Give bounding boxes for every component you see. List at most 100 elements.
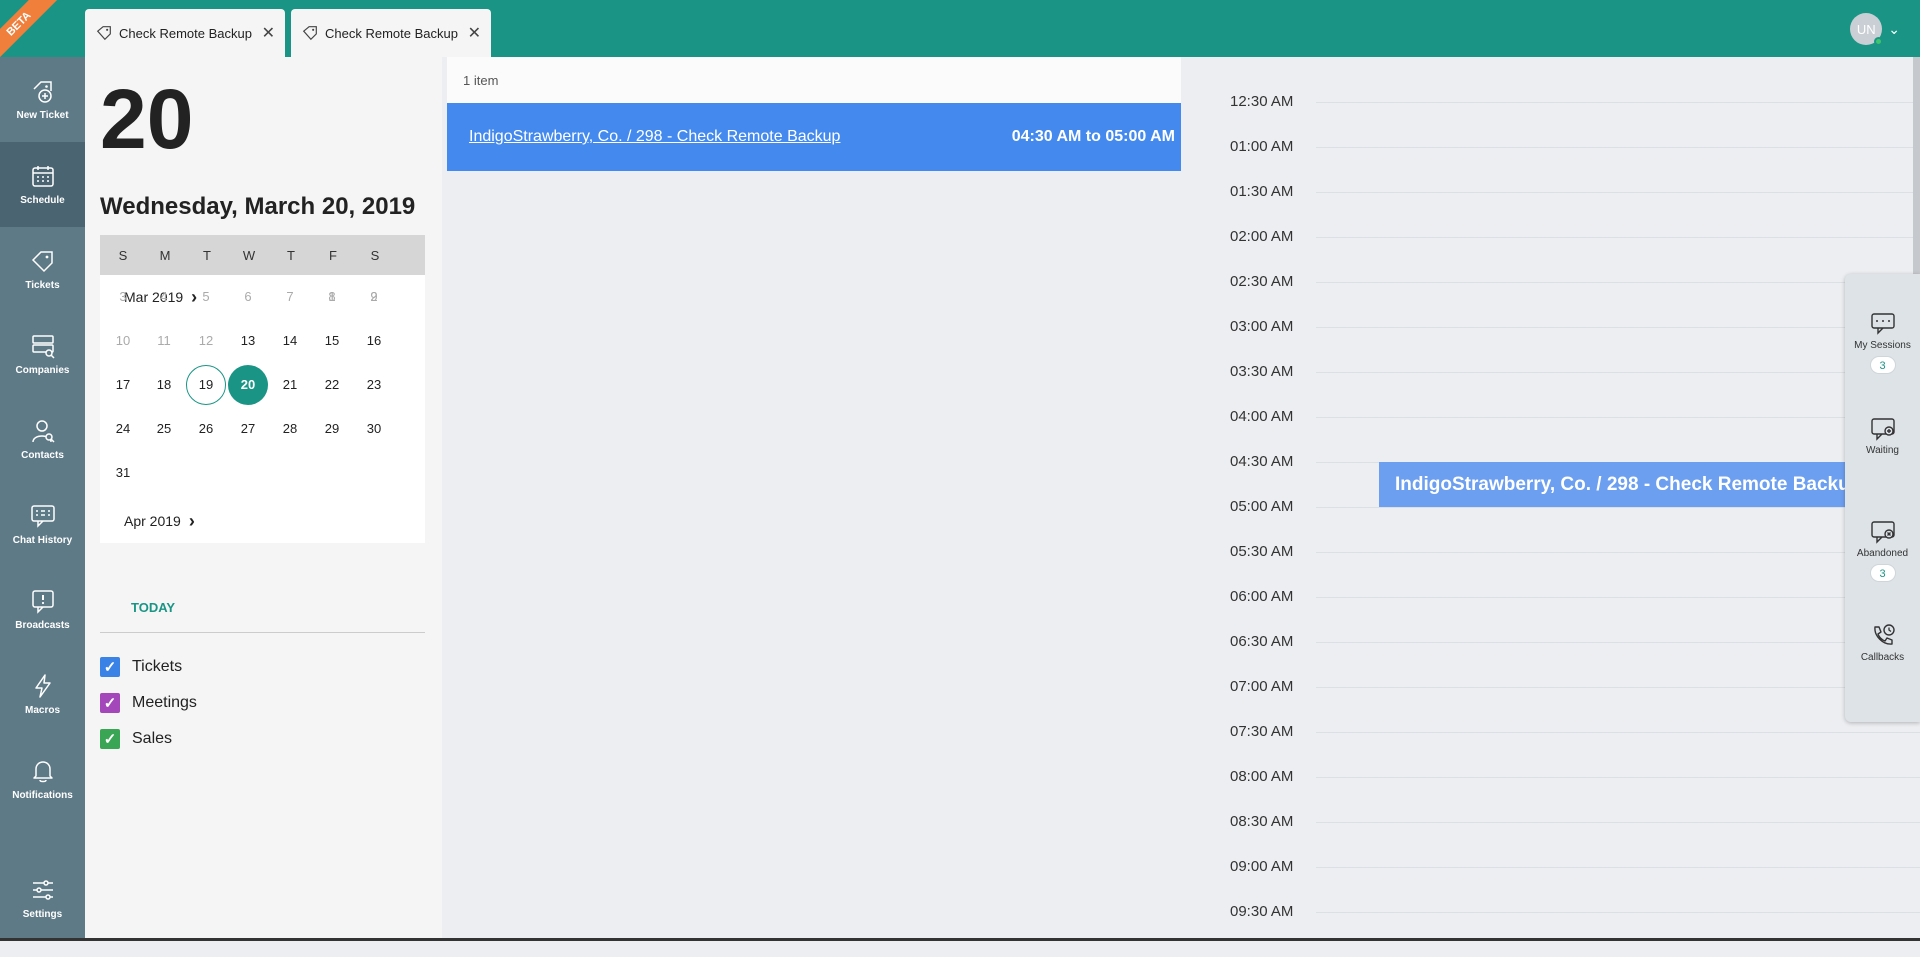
calendar-day[interactable]: 10 xyxy=(103,321,143,361)
nav-tickets[interactable]: Tickets xyxy=(0,227,85,312)
calendar-day[interactable]: 7 xyxy=(270,277,310,317)
nav-label: Tickets xyxy=(25,280,60,291)
calendar-day[interactable]: 25 xyxy=(144,409,184,449)
slot-gridline xyxy=(1316,642,1920,643)
slot-gridline xyxy=(1316,417,1920,418)
filter-label: Tickets xyxy=(132,658,183,675)
time-label: 07:30 AM xyxy=(1230,723,1294,740)
weekday-label: M xyxy=(159,247,171,263)
slot-gridline xyxy=(1316,192,1920,193)
nav-companies[interactable]: Companies xyxy=(0,312,85,397)
nav-contacts[interactable]: Contacts xyxy=(0,397,85,482)
calendar-event[interactable]: IndigoStrawberry, Co. / 298 - Check Remo… xyxy=(1379,462,1859,507)
tab-check-remote-backup-2[interactable]: Check Remote Backup ✕ xyxy=(291,9,491,57)
slot-gridline xyxy=(1316,102,1920,103)
calendar-day[interactable]: 21 xyxy=(270,365,310,405)
calendar-day[interactable]: 17 xyxy=(103,365,143,405)
phone-clock-icon xyxy=(1873,624,1895,645)
abandoned-button[interactable]: Abandoned 3 xyxy=(1845,518,1920,582)
calendar-day[interactable]: 11 xyxy=(144,321,184,361)
waiting-button[interactable]: Waiting xyxy=(1845,415,1920,456)
today-button[interactable]: TODAY xyxy=(131,600,175,615)
mini-calendar: S M T W T F S Mar 2019 › 123456789 10 11 1… xyxy=(100,235,425,543)
filter-meetings[interactable]: ✓ Meetings xyxy=(100,693,197,713)
full-date: Wednesday, March 20, 2019 xyxy=(100,193,416,220)
week-row: 24 25 26 27 28 29 30 xyxy=(100,407,425,451)
avatar-initials: UN xyxy=(1856,21,1876,37)
time-label: 06:30 AM xyxy=(1230,633,1294,650)
chevron-down-icon[interactable]: ⌄ xyxy=(1888,21,1900,38)
calendar-day[interactable]: 5 xyxy=(186,277,226,317)
calendar-day[interactable]: 8 xyxy=(312,277,352,317)
month-nav-april[interactable]: Apr 2019 › xyxy=(124,511,195,532)
time-label: 05:00 AM xyxy=(1230,498,1294,515)
close-icon[interactable]: ✕ xyxy=(262,23,275,43)
slot-gridline xyxy=(1316,237,1920,238)
checkbox[interactable]: ✓ xyxy=(100,693,120,713)
time-label: 09:00 AM xyxy=(1230,858,1294,875)
calendar-day[interactable]: 27 xyxy=(228,409,268,449)
calendar-day[interactable]: 3 xyxy=(103,277,143,317)
calendar-icon xyxy=(31,166,54,187)
my-sessions-button[interactable]: My Sessions 3 xyxy=(1845,310,1920,374)
calendar-day[interactable]: 18 xyxy=(144,365,184,405)
slot-gridline xyxy=(1316,507,1920,508)
calendar-day[interactable]: 12 xyxy=(186,321,226,361)
calendar-day[interactable]: 23 xyxy=(354,365,394,405)
panel-label: My Sessions xyxy=(1854,340,1911,351)
nav-label: Companies xyxy=(15,365,70,376)
filter-tickets[interactable]: ✓ Tickets xyxy=(100,657,182,677)
list-item[interactable]: IndigoStrawberry, Co. / 298 - Check Remo… xyxy=(447,103,1181,171)
time-slot[interactable]: 09:30 AM xyxy=(1181,903,1920,957)
calendar-day[interactable]: 24 xyxy=(103,409,143,449)
nav-settings[interactable]: Settings xyxy=(0,856,85,941)
calendar-day[interactable]: 6 xyxy=(228,277,268,317)
calendar-day[interactable]: 9 xyxy=(354,277,394,317)
checkbox[interactable]: ✓ xyxy=(100,729,120,749)
ticket-icon xyxy=(31,251,53,273)
month-row-april: Apr 2019 › xyxy=(100,499,425,543)
week-row: 17 18 19 20 21 22 23 xyxy=(100,363,425,407)
bell-icon xyxy=(32,761,53,783)
calendar-day[interactable]: 26 xyxy=(186,409,226,449)
list-item-time: 04:30 AM to 05:00 AM xyxy=(1011,128,1175,145)
calendar-day[interactable]: 15 xyxy=(312,321,352,361)
calendar-day[interactable]: 31 xyxy=(103,453,143,493)
checkbox[interactable]: ✓ xyxy=(100,657,120,677)
week-row: 10 11 12 13 14 15 16 xyxy=(100,319,425,363)
close-icon[interactable]: ✕ xyxy=(468,23,481,43)
avatar[interactable]: UN xyxy=(1850,13,1884,46)
nav-macros[interactable]: Macros xyxy=(0,652,85,737)
calendar-day[interactable]: 13 xyxy=(228,321,268,361)
chat-history-icon xyxy=(30,505,55,528)
calendar-day-selected[interactable]: 20 xyxy=(228,365,268,405)
filter-sales[interactable]: ✓ Sales xyxy=(100,729,172,749)
calendar-day[interactable]: 22 xyxy=(312,365,352,405)
calendar-day[interactable]: 16 xyxy=(354,321,394,361)
nav-schedule[interactable]: Schedule xyxy=(0,142,85,227)
nav-new-ticket[interactable]: New Ticket xyxy=(0,57,85,142)
nav-broadcasts[interactable]: Broadcasts xyxy=(0,567,85,652)
time-label: 03:30 AM xyxy=(1230,363,1294,380)
panel-label: Abandoned xyxy=(1856,548,1909,559)
tab-check-remote-backup-1[interactable]: Check Remote Backup ✕ xyxy=(85,9,285,57)
broadcast-icon xyxy=(31,590,54,614)
nav-label: Macros xyxy=(24,705,60,716)
nav-label: Schedule xyxy=(20,195,65,206)
calendar-day[interactable]: 4 xyxy=(144,277,184,317)
slot-gridline xyxy=(1316,597,1920,598)
left-nav: New Ticket Schedule Tickets Companies Co… xyxy=(0,57,85,941)
callbacks-button[interactable]: Callbacks xyxy=(1845,622,1920,663)
chevron-right-icon[interactable]: › xyxy=(189,511,195,532)
calendar-day-today[interactable]: 19 xyxy=(186,365,226,405)
user-menu[interactable]: UN ⌄ xyxy=(1850,13,1900,46)
calendar-day[interactable]: 28 xyxy=(270,409,310,449)
calendar-day[interactable]: 29 xyxy=(312,409,352,449)
nav-chat-history[interactable]: Chat History xyxy=(0,482,85,567)
weekday-label: S xyxy=(118,247,128,263)
slot-gridline xyxy=(1316,732,1920,733)
calendar-day[interactable]: 30 xyxy=(354,409,394,449)
list-item-title[interactable]: IndigoStrawberry, Co. / 298 - Check Remo… xyxy=(469,128,840,146)
calendar-day[interactable]: 14 xyxy=(270,321,310,361)
nav-notifications[interactable]: Notifications xyxy=(0,737,85,822)
